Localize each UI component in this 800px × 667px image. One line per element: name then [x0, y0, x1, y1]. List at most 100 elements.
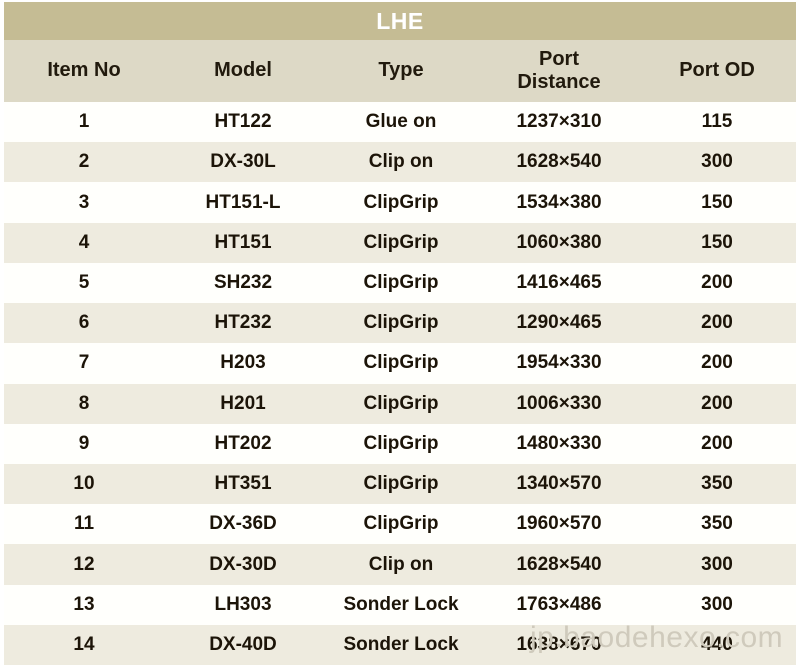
cell-port-od: 200 — [701, 271, 733, 293]
cell-type: ClipGrip — [363, 271, 439, 293]
cell-model: SH232 — [213, 271, 273, 293]
cell-model: DX-30D — [209, 553, 277, 575]
cell-port-distance: 1416×465 — [516, 271, 602, 293]
cell-port-distance: 1060×380 — [516, 231, 602, 253]
cell-port-distance: 1960×570 — [516, 513, 602, 535]
cell-port-od: 200 — [701, 392, 733, 414]
cell-port-od: 300 — [701, 593, 733, 615]
table-row: 10 HT351 ClipGrip 1340×570 350 — [4, 463, 796, 505]
table-row: 3 HT151-L ClipGrip 1534×380 150 — [4, 182, 796, 223]
cell-item-no: 4 — [78, 231, 90, 253]
column-header-line: Port — [539, 47, 579, 70]
table-row: 6 HT232 ClipGrip 1290×465 200 — [4, 303, 796, 344]
cell-item-no: 12 — [73, 553, 95, 575]
cell-type: ClipGrip — [363, 231, 439, 253]
cell-port-od: 150 — [701, 231, 733, 253]
table-row: 5 SH232 ClipGrip 1416×465 200 — [4, 262, 796, 304]
table-row: 13 LH303 Sonder Lock 1763×486 300 — [4, 584, 796, 625]
column-header-line: Port OD — [679, 59, 755, 82]
cell-port-distance: 1237×310 — [516, 111, 602, 133]
cell-port-od: 350 — [701, 513, 733, 535]
cell-type: ClipGrip — [363, 352, 439, 374]
table-row: 8 H201 ClipGrip 1006×330 200 — [4, 383, 796, 424]
cell-item-no: 8 — [78, 392, 90, 414]
cell-type: ClipGrip — [363, 473, 439, 495]
cell-port-od: 300 — [701, 553, 733, 575]
table-row: 2 DX-30L Clip on 1628×540 300 — [4, 142, 796, 183]
cell-item-no: 9 — [78, 432, 90, 454]
cell-item-no: 11 — [73, 513, 95, 535]
cell-item-no: 14 — [73, 633, 95, 655]
table-row: 1 HT122 Glue on 1237×310 115 — [4, 102, 796, 143]
table-row: 4 HT151 ClipGrip 1060×380 150 — [4, 222, 796, 263]
cell-port-distance: 1480×330 — [516, 432, 602, 454]
cell-port-od: 200 — [701, 432, 733, 454]
cell-port-od: 350 — [701, 473, 733, 495]
table-body: 1 HT122 Glue on 1237×310 115 2 DX-30L Cl… — [4, 102, 796, 666]
column-header-line: Model — [214, 59, 272, 82]
column-header-type: Type — [322, 59, 480, 82]
cell-port-distance: 1628×540 — [516, 151, 602, 173]
cell-type: ClipGrip — [363, 312, 439, 334]
table-row: 14 DX-40D Sonder Lock 1638×670 440 — [4, 624, 796, 666]
cell-type: Glue on — [365, 111, 437, 133]
cell-port-od: 200 — [701, 312, 733, 334]
cell-model: HT202 — [214, 432, 272, 454]
cell-port-distance: 1638×670 — [516, 633, 602, 655]
cell-type: Clip on — [368, 151, 434, 173]
cell-model: H203 — [220, 352, 266, 374]
table-title-bar: LHE — [4, 2, 796, 40]
cell-model: HT351 — [214, 473, 272, 495]
cell-type: ClipGrip — [363, 191, 439, 213]
cell-model: H201 — [220, 392, 266, 414]
cell-port-distance: 1954×330 — [516, 352, 602, 374]
column-header-line: Type — [378, 59, 424, 82]
cell-model: DX-36D — [209, 513, 277, 535]
cell-item-no: 5 — [78, 271, 90, 293]
cell-port-distance: 1006×330 — [516, 392, 602, 414]
cell-port-od: 115 — [701, 111, 733, 133]
column-header-model: Model — [164, 59, 322, 82]
cell-type: ClipGrip — [363, 392, 439, 414]
column-header-line: Distance — [517, 71, 601, 93]
cell-item-no: 3 — [78, 191, 90, 213]
column-header-port-od: Port OD — [638, 59, 796, 82]
cell-model: DX-40D — [209, 633, 277, 655]
cell-item-no: 2 — [78, 151, 90, 173]
cell-item-no: 1 — [78, 111, 90, 133]
cell-port-distance: 1628×540 — [516, 553, 602, 575]
table-title: LHE — [376, 7, 424, 34]
cell-type: ClipGrip — [363, 432, 439, 454]
cell-port-od: 200 — [701, 352, 733, 374]
table-row: 9 HT202 ClipGrip 1480×330 200 — [4, 423, 796, 464]
column-header-port-distance: Port Distance — [480, 48, 638, 94]
specification-table: LHE Item No Model Type Port Distance Por… — [4, 2, 796, 666]
cell-item-no: 6 — [78, 312, 90, 334]
cell-model: HT151 — [214, 231, 272, 253]
cell-port-distance: 1534×380 — [516, 191, 602, 213]
cell-model: HT122 — [214, 111, 272, 133]
table-row: 12 DX-30D Clip on 1628×540 300 — [4, 544, 796, 585]
column-header-item-no: Item No — [4, 59, 164, 82]
cell-type: Sonder Lock — [343, 593, 459, 615]
table-row: 11 DX-36D ClipGrip 1960×570 350 — [4, 504, 796, 545]
cell-port-od: 150 — [701, 191, 733, 213]
cell-port-od: 300 — [701, 151, 733, 173]
cell-port-od: 440 — [701, 633, 733, 655]
cell-item-no: 13 — [73, 593, 95, 615]
cell-model: HT151-L — [205, 191, 281, 213]
table-row: 7 H203 ClipGrip 1954×330 200 — [4, 343, 796, 384]
column-header-line: Item No — [47, 59, 121, 82]
cell-model: HT232 — [214, 312, 272, 334]
cell-port-distance: 1763×486 — [516, 593, 602, 615]
cell-type: Clip on — [368, 553, 434, 575]
cell-model: DX-30L — [210, 151, 276, 173]
cell-type: Sonder Lock — [343, 633, 459, 655]
cell-item-no: 7 — [78, 352, 90, 374]
cell-model: LH303 — [214, 593, 272, 615]
table-header-row: Item No Model Type Port Distance Port OD — [4, 40, 796, 102]
cell-item-no: 10 — [73, 473, 95, 495]
cell-port-distance: 1340×570 — [516, 473, 602, 495]
cell-type: ClipGrip — [363, 513, 439, 535]
cell-port-distance: 1290×465 — [516, 312, 602, 334]
